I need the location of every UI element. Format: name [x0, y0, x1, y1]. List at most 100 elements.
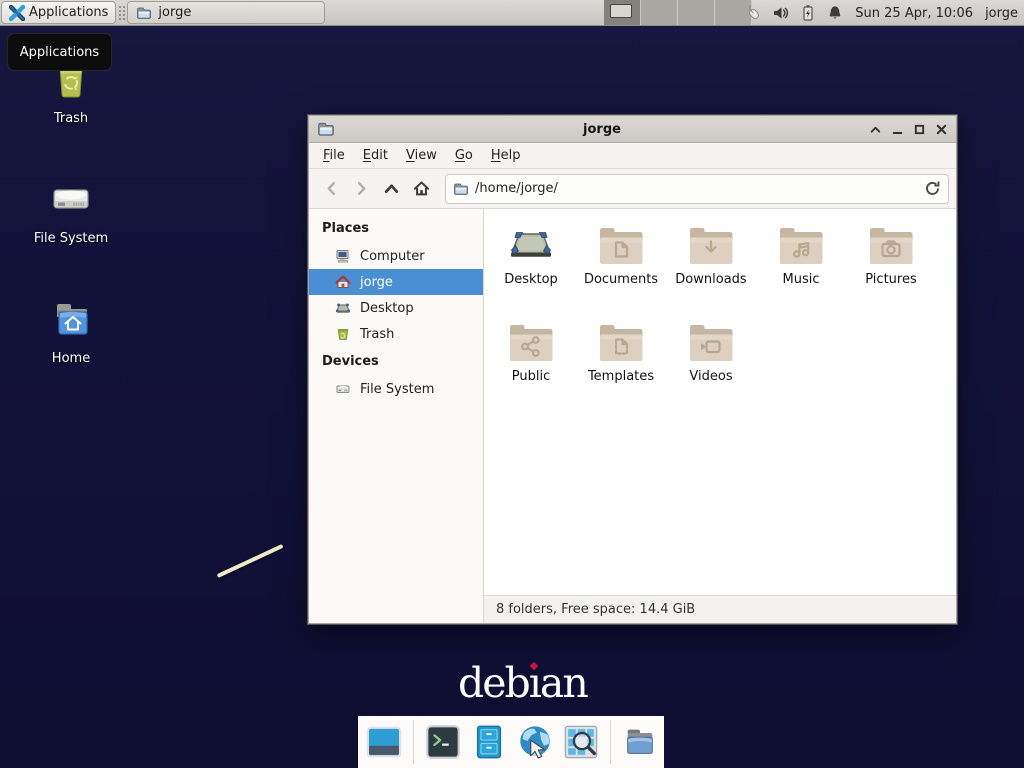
sidebar-item-label: File System [360, 382, 434, 397]
tooltip-text: Applications [20, 45, 99, 60]
desktop-mini-icon [335, 300, 351, 316]
back-icon [323, 180, 340, 197]
menu-help[interactable]: Help [482, 143, 530, 168]
workspace-2[interactable] [641, 0, 678, 25]
minimize-button[interactable] [891, 123, 904, 136]
desktop-icon-label: File System [34, 231, 108, 246]
folder-label: Documents [584, 272, 658, 287]
tray-icons [745, 4, 844, 22]
window-icon[interactable] [317, 120, 335, 138]
dock-file-manager[interactable] [621, 723, 659, 761]
mouse-icon[interactable] [745, 4, 763, 22]
file-manager-window: jorge FileEditViewGoHelp /home/jorge/ Pl… [308, 115, 957, 624]
sidebar-item-label: Trash [360, 327, 394, 342]
home-folder-big-icon [47, 296, 95, 344]
trash-mini-icon [335, 326, 351, 342]
applications-label: Applications [29, 5, 108, 20]
sidebar-item-label: Desktop [360, 301, 414, 316]
dock-separator [413, 720, 414, 764]
maximize-button[interactable] [913, 123, 926, 136]
panel-handle[interactable] [118, 5, 125, 21]
menu-go[interactable]: Go [446, 143, 482, 168]
desktop-icon-label: Home [52, 351, 90, 366]
menu-edit[interactable]: Edit [354, 143, 397, 168]
taskbar-window-button[interactable]: jorge [127, 1, 325, 24]
sidebar: PlacesComputerjorgeDesktopTrashDevicesFi… [309, 209, 484, 623]
path-folder-icon [453, 181, 469, 197]
volume-icon[interactable] [772, 4, 790, 22]
back-button[interactable] [316, 175, 346, 203]
folder-label: Pictures [865, 272, 916, 287]
sidebar-item-desktop[interactable]: Desktop [309, 295, 483, 321]
dock-application-finder[interactable] [562, 723, 600, 761]
path-text[interactable]: /home/jorge/ [475, 181, 918, 196]
folder-documents-icon [597, 223, 645, 267]
menu-file[interactable]: File [314, 143, 354, 168]
sidebar-header-devices: Devices [309, 347, 483, 376]
workspace-1[interactable] [604, 0, 641, 25]
folder-desktop[interactable]: Desktop [486, 222, 576, 319]
close-button[interactable] [935, 123, 948, 136]
workspace-3[interactable] [678, 0, 715, 25]
workspace-window-preview [610, 4, 632, 18]
desktop-icon-file-system[interactable]: File System [23, 176, 119, 246]
content-column: Desktop Documents DownloadsMusic Pictures Pu… [484, 209, 956, 623]
folder-label: Desktop [504, 272, 558, 287]
session-username[interactable]: jorge [985, 6, 1018, 21]
desktop-icon-label: Trash [54, 111, 88, 126]
folder-documents[interactable]: Documents [576, 222, 666, 319]
folder-templates-icon [597, 320, 645, 364]
applications-button[interactable]: Applications [1, 1, 116, 24]
cursor-line [217, 544, 284, 578]
tray-group: Sun 25 Apr, 10:06 jorge [745, 0, 1018, 26]
dock-file-cabinet[interactable] [470, 723, 508, 761]
shade-button[interactable] [869, 123, 882, 136]
toolbar: /home/jorge/ [309, 169, 956, 209]
window-titlebar[interactable]: jorge [309, 116, 956, 143]
forward-icon [353, 180, 370, 197]
clock[interactable]: Sun 25 Apr, 10:06 [855, 6, 973, 21]
debian-logo: debıan [458, 659, 587, 707]
home-icon [413, 180, 430, 197]
desktop: Applications jorge Sun 25 Apr, 10:06 jor… [0, 0, 1024, 768]
window-title: jorge [341, 122, 863, 137]
sidebar-item-label: jorge [360, 275, 393, 290]
folder-templates[interactable]: Templates [576, 319, 666, 416]
folder-downloads[interactable]: Downloads [666, 222, 756, 319]
sidebar-item-file-system[interactable]: File System [309, 376, 483, 402]
path-bar[interactable]: /home/jorge/ [445, 174, 949, 204]
up-button[interactable] [376, 175, 406, 203]
computer-icon [335, 248, 351, 264]
reload-button[interactable] [924, 180, 941, 197]
dock-show-desktop[interactable] [365, 723, 403, 761]
dock-web-browser[interactable] [516, 723, 554, 761]
drive-mini-icon [335, 381, 351, 397]
sidebar-item-jorge[interactable]: jorge [309, 269, 483, 295]
top-panel: Applications jorge Sun 25 Apr, 10:06 jor… [0, 0, 1024, 26]
folder-public[interactable]: Public [486, 319, 576, 416]
sidebar-item-computer[interactable]: Computer [309, 243, 483, 269]
folder-downloads-icon [687, 223, 735, 267]
drive-big-icon [47, 176, 95, 224]
folder-videos[interactable]: Videos [666, 319, 756, 416]
folder-label: Public [512, 369, 550, 384]
up-icon [383, 180, 400, 197]
dock [358, 716, 664, 768]
dock-terminal[interactable] [424, 723, 462, 761]
battery-icon[interactable] [799, 4, 817, 22]
desktop-icon-home[interactable]: Home [23, 296, 119, 366]
bell-icon[interactable] [826, 4, 844, 22]
status-bar: 8 folders, Free space: 14.4 GiB [484, 595, 956, 623]
home-button[interactable] [406, 175, 436, 203]
window-controls [869, 123, 948, 136]
menu-view[interactable]: View [397, 143, 446, 168]
folder-public-icon [507, 320, 555, 364]
folder-music-icon [777, 223, 825, 267]
folder-pictures[interactable]: Pictures [846, 222, 936, 319]
forward-button[interactable] [346, 175, 376, 203]
folder-pictures-icon [867, 223, 915, 267]
task-folder-icon [136, 5, 152, 21]
folder-music[interactable]: Music [756, 222, 846, 319]
workspace-switcher[interactable] [604, 0, 752, 25]
sidebar-item-trash[interactable]: Trash [309, 321, 483, 347]
